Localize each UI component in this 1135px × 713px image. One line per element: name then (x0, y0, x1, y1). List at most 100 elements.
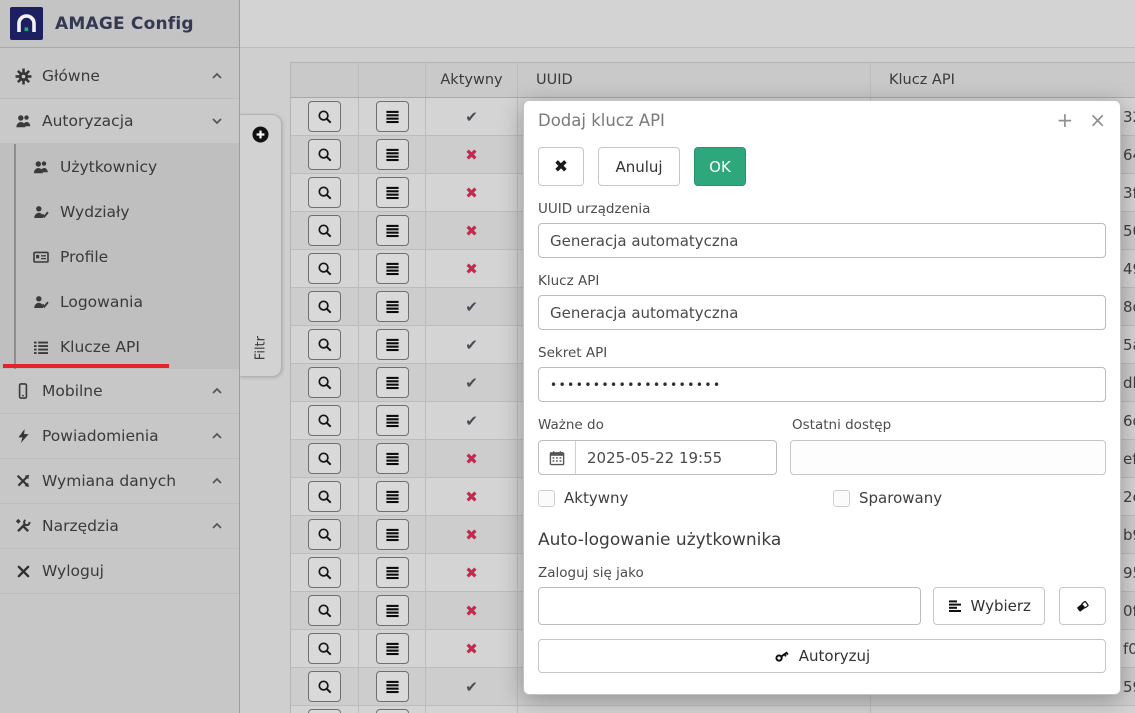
row-menu-button[interactable] (376, 177, 409, 208)
app-brand: AMAGE Config (0, 0, 239, 48)
row-search-button[interactable] (308, 215, 341, 246)
api-key-cell-text: 3f (1123, 184, 1135, 202)
sidebar-item-wydzialy[interactable]: Wydziały (16, 189, 239, 234)
row-search-button[interactable] (308, 405, 341, 436)
maximize-plus-icon[interactable]: + (1056, 110, 1073, 130)
row-search-button[interactable] (308, 709, 341, 713)
api-key-cell-text: 8d (1123, 298, 1135, 316)
sidebar-item-powiadomienia[interactable]: Powiadomienia (0, 414, 239, 459)
api-key-cell-text: 95 (1123, 564, 1135, 582)
row-menu-button[interactable] (376, 329, 409, 360)
row-menu-button[interactable] (376, 671, 409, 702)
last-access-field[interactable] (790, 440, 1106, 475)
sidebar-item-wymiana-danych[interactable]: Wymiana danych (0, 459, 239, 504)
row-search-button[interactable] (308, 443, 341, 474)
sidebar-item-wyloguj[interactable]: Wyloguj (0, 549, 239, 594)
search-icon (317, 489, 333, 505)
row-search-button[interactable] (308, 633, 341, 664)
sidebar-item-glowne[interactable]: Główne (0, 54, 239, 99)
row-menu-button[interactable] (376, 481, 409, 512)
row-menu-button[interactable] (376, 367, 409, 398)
active-mark: ✖ (465, 260, 478, 278)
active-item-underline (3, 364, 169, 368)
active-mark: ✔ (465, 298, 478, 316)
uuid-cell (536, 706, 870, 713)
close-icon[interactable]: × (1089, 110, 1106, 130)
row-search-button[interactable] (308, 557, 341, 588)
users-icon (31, 159, 51, 175)
api-key-cell-text: db (1123, 374, 1135, 392)
bolt-icon (13, 428, 33, 444)
sidebar-item-label: Profile (60, 248, 108, 266)
chevron-up-icon (211, 72, 223, 80)
row-menu-button[interactable] (376, 595, 409, 626)
uuid-field[interactable] (538, 223, 1106, 258)
row-search-button[interactable] (308, 595, 341, 626)
close-x-button[interactable]: ✖ (538, 147, 584, 186)
sidebar-item-label: Narzędzia (42, 517, 119, 535)
active-checkbox[interactable] (538, 490, 555, 507)
search-icon (317, 603, 333, 619)
id-card-icon (31, 249, 51, 265)
row-menu-button[interactable] (376, 291, 409, 322)
dialog-titlebar: Dodaj klucz API + × (538, 101, 1106, 139)
ok-button[interactable]: OK (694, 147, 746, 186)
row-search-button[interactable] (308, 519, 341, 550)
paired-checkbox[interactable] (833, 490, 850, 507)
table-row (291, 706, 1135, 713)
search-icon (317, 147, 333, 163)
erase-button[interactable] (1059, 587, 1106, 625)
valid-until-field[interactable]: 2025-05-22 19:55 (538, 440, 777, 475)
chevron-up-icon (211, 432, 223, 440)
row-search-button[interactable] (308, 177, 341, 208)
sidebar-item-narzedzia[interactable]: Narzędzia (0, 504, 239, 549)
row-search-button[interactable] (308, 671, 341, 702)
authorize-button[interactable]: Autoryzuj (538, 639, 1106, 673)
api-key-cell-text: 50 (1123, 222, 1135, 240)
row-search-button[interactable] (308, 253, 341, 284)
row-menu-button[interactable] (376, 633, 409, 664)
row-menu-button[interactable] (376, 101, 409, 132)
search-icon (317, 185, 333, 201)
row-search-button[interactable] (308, 481, 341, 512)
search-icon (317, 451, 333, 467)
cancel-button[interactable]: Anuluj (598, 147, 680, 186)
login-as-field[interactable] (538, 587, 921, 625)
row-search-button[interactable] (308, 367, 341, 398)
row-menu-button[interactable] (376, 557, 409, 588)
api-key-cell-text: 0f (1123, 602, 1135, 620)
api-secret-field[interactable] (538, 367, 1106, 402)
menu-bars-icon (385, 375, 400, 390)
amage-logo-icon (10, 7, 43, 40)
row-menu-button[interactable] (376, 405, 409, 436)
row-menu-button[interactable] (376, 443, 409, 474)
api-key-field[interactable] (538, 295, 1106, 330)
row-search-button[interactable] (308, 139, 341, 170)
search-icon (317, 527, 333, 543)
api-key-cell-text: 32 (1123, 108, 1135, 126)
row-search-button[interactable] (308, 101, 341, 132)
filter-panel-tab[interactable]: Filtr (240, 114, 282, 377)
sidebar-item-profile[interactable]: Profile (16, 234, 239, 279)
row-search-button[interactable] (308, 329, 341, 360)
active-mark: ✔ (465, 374, 478, 392)
choose-button[interactable]: Wybierz (933, 587, 1045, 625)
sidebar-item-logowania[interactable]: Logowania (16, 279, 239, 324)
row-menu-button[interactable] (376, 139, 409, 170)
row-menu-button[interactable] (376, 709, 409, 713)
plus-circle-icon[interactable] (252, 126, 269, 143)
user-check-icon (31, 294, 51, 310)
sidebar-item-mobilne[interactable]: Mobilne (0, 369, 239, 414)
sidebar-item-autoryzacja[interactable]: Autoryzacja (0, 99, 239, 144)
row-menu-button[interactable] (376, 253, 409, 284)
search-icon (317, 261, 333, 277)
chevron-up-icon (211, 522, 223, 530)
sidebar-item-klucze-api[interactable]: Klucze API (16, 324, 239, 369)
row-menu-button[interactable] (376, 519, 409, 550)
menu-bars-icon (385, 489, 400, 504)
sidebar-item-uzytkownicy[interactable]: Użytkownicy (16, 144, 239, 189)
row-search-button[interactable] (308, 291, 341, 322)
calendar-icon[interactable] (539, 441, 576, 474)
row-menu-button[interactable] (376, 215, 409, 246)
sidebar-item-label: Klucze API (60, 338, 140, 356)
